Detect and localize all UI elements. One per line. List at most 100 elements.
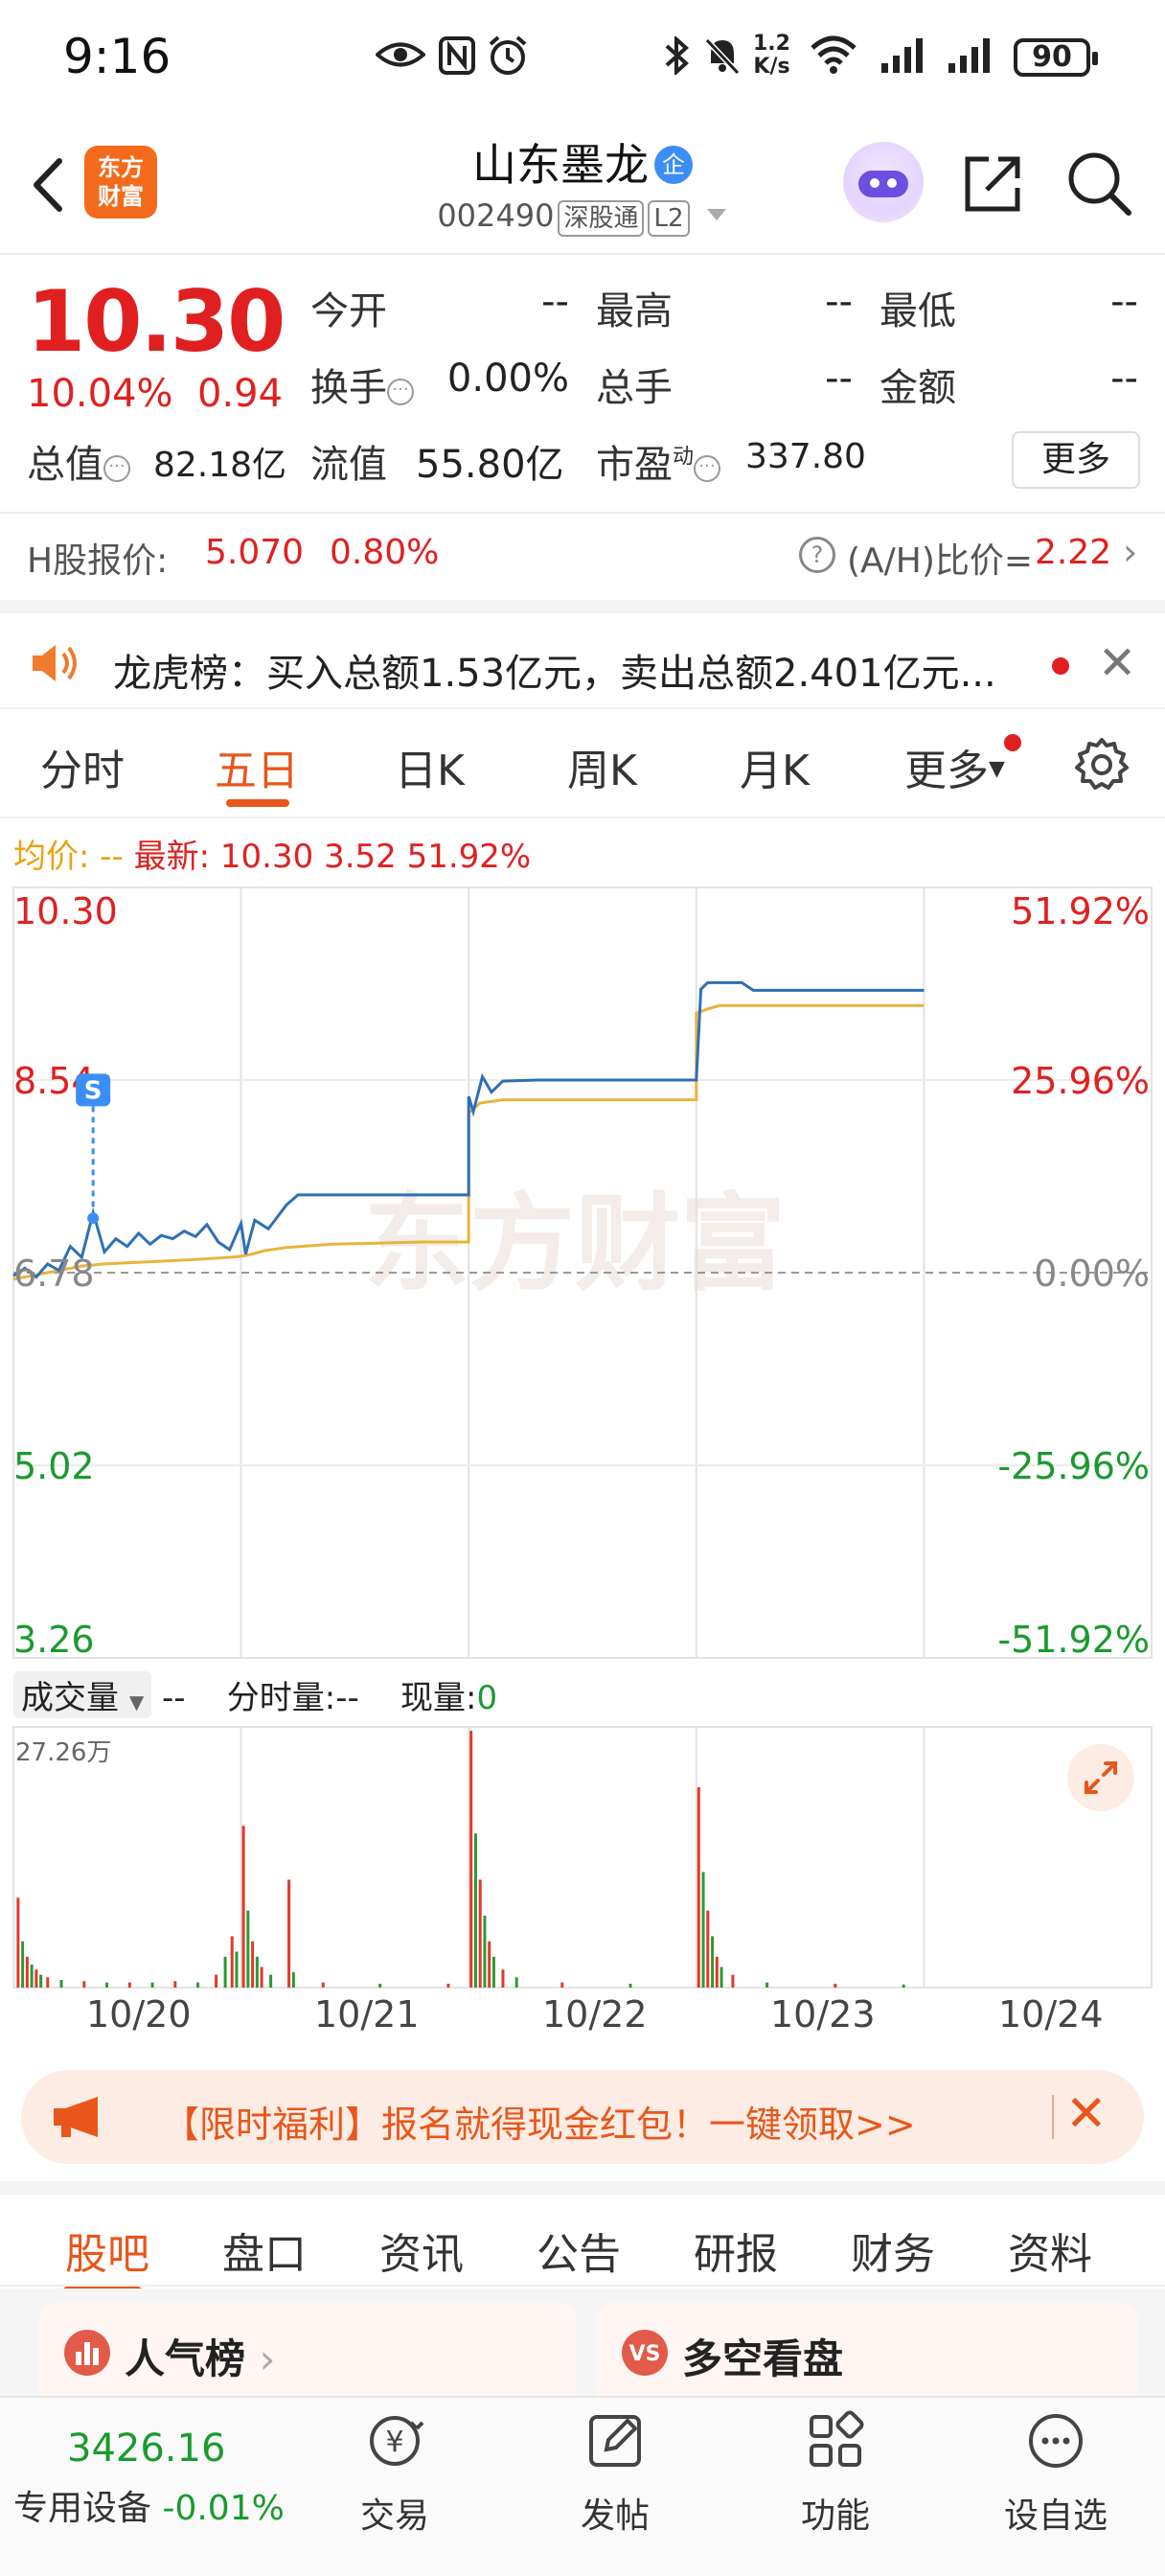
volume-bar (34, 1969, 38, 1988)
close-icon[interactable]: ✕ (1065, 2085, 1108, 2143)
nav-add-watchlist[interactable]: 设自选 (989, 2407, 1123, 2538)
nav-trade[interactable]: ¥ 交易 (328, 2407, 462, 2538)
volume-bar (501, 1969, 505, 1988)
high-value: -- (825, 280, 853, 324)
feature-cards: 人气榜 › VS 多空看盘 (0, 2288, 1165, 2407)
volume-bar (39, 1974, 43, 1988)
ah-ratio-value: 2.22 (1035, 533, 1112, 572)
volume-bar (230, 1936, 234, 1988)
h-share-price: 5.070 (205, 533, 305, 572)
mktcap-label: 总值 ··· (27, 433, 130, 489)
signal-marker[interactable]: S (76, 1073, 111, 1225)
latest-change: 3.52 (324, 838, 397, 876)
sector-index-value[interactable]: 3426.16 (67, 2426, 225, 2471)
tab-research[interactable]: 研报 (694, 2220, 778, 2281)
volume-bar (514, 1977, 518, 1988)
share-icon[interactable] (960, 150, 1027, 217)
mktcap-value: 82.18亿 (153, 446, 287, 485)
volume-max-label: 27.26万 (15, 1738, 112, 1767)
chart-grid (12, 886, 1153, 1989)
search-icon[interactable] (1065, 150, 1132, 217)
bluetooth-icon (665, 36, 689, 75)
volume-bar (711, 1936, 715, 1988)
battery-indicator: 90 (1014, 38, 1098, 77)
volume-bar (731, 1974, 735, 1988)
y-tick-label: 10.30 (13, 890, 118, 932)
popular-card[interactable]: 人气榜 › (38, 2302, 577, 2407)
tab-more[interactable]: 更多▼ (904, 736, 1005, 797)
five-day-chart[interactable]: 东方财富 10.30 51.92%8.54 25.96%6.78 0.00%5.02-… (0, 878, 1165, 1990)
chevron-right-icon: › (1123, 531, 1138, 573)
gear-icon[interactable] (1073, 736, 1131, 794)
volume-bar (241, 1826, 245, 1988)
volume-bar (16, 1898, 20, 1988)
date-label: 10/20 (86, 1993, 192, 2036)
volume-bar (706, 1910, 710, 1988)
volume-bar (291, 1971, 295, 1988)
signal-icon-2 (948, 38, 990, 73)
volume-bar (488, 1941, 491, 1988)
y-tick-label-pct: 51.92% (1011, 890, 1150, 932)
float-cap-value: 55.80亿 (416, 443, 564, 487)
help-icon[interactable]: ? (799, 537, 835, 573)
status-time: 9:16 (63, 29, 171, 84)
content-tabs: 股吧 盘口 资讯 公告 研报 财务 资料 (0, 2181, 1165, 2294)
popular-label: 人气榜 › (125, 2335, 276, 2382)
promo-banner[interactable]: 【限时福利】报名就得现金红包！一键领取>> ✕ (21, 2070, 1144, 2164)
change-percent: 10.04% (27, 372, 173, 416)
volume-bar (82, 1981, 86, 1988)
volume-bar (378, 1983, 382, 1988)
open-value: -- (541, 280, 569, 324)
volume-bar (196, 1982, 200, 1988)
tab-weekly-k[interactable]: 周K (567, 736, 637, 797)
tab-orderbook[interactable]: 盘口 (222, 2220, 307, 2281)
stock-name: 山东墨龙 (472, 139, 649, 191)
info-dots-icon[interactable]: ··· (694, 455, 721, 482)
nav-features[interactable]: 功能 (768, 2407, 902, 2538)
nfc-icon (439, 36, 475, 75)
alarm-icon (489, 35, 527, 75)
tab-financials[interactable]: 财务 (851, 2220, 935, 2281)
tab-announcements[interactable]: 公告 (537, 2220, 621, 2281)
expand-button[interactable] (1067, 1744, 1134, 1811)
volume-bar (25, 1956, 29, 1988)
tab-forum[interactable]: 股吧 (65, 2220, 149, 2281)
latest-price: 10.30 (219, 838, 314, 876)
volume-bar (446, 1983, 450, 1988)
close-icon[interactable]: ✕ (1098, 636, 1136, 690)
info-dots-icon[interactable]: ··· (103, 455, 130, 482)
volume-bar (483, 1915, 487, 1988)
tab-news[interactable]: 资讯 (379, 2220, 464, 2281)
more-quote-button[interactable]: 更多 (1012, 431, 1140, 489)
tab-daily-k[interactable]: 日K (395, 736, 465, 797)
date-label: 10/23 (770, 1993, 876, 2036)
tab-monthly-k[interactable]: 月K (740, 736, 810, 797)
h-share-label: H股报价: (27, 541, 169, 581)
volume-bar (478, 1879, 482, 1988)
h-share-percent: 0.80% (330, 533, 440, 572)
unread-dot (1052, 657, 1069, 675)
svg-text:¥: ¥ (385, 2426, 403, 2459)
notice-bar[interactable]: 龙虎榜：买入总额1.53亿元，卖出总额2.401亿元... ✕ (0, 600, 1165, 709)
tab-five-day[interactable]: 五日 (215, 736, 299, 797)
minute-volume-label: 分时量: (226, 1679, 336, 1717)
vs-icon: VS (622, 2330, 668, 2376)
volume-header: 成交量 ▼ -- 分时量:-- 现量:0 (13, 1671, 497, 1718)
wifi-icon (811, 35, 857, 74)
tab-profile[interactable]: 资料 (1008, 2220, 1092, 2281)
change-amount: 0.94 (196, 372, 284, 416)
current-volume-value: 0 (476, 1679, 498, 1717)
quote-panel: 10.30 10.04% 0.94 今开 -- 最高 -- 最低 -- 换手 ··… (0, 255, 1165, 600)
h-share-row[interactable]: H股报价: 5.070 0.80% ? (A/H)比价= 2.22 › (0, 514, 1165, 596)
assistant-avatar[interactable] (843, 142, 924, 222)
tab-intraday[interactable]: 分时 (40, 736, 125, 797)
nav-post[interactable]: 发帖 (548, 2407, 682, 2538)
price-change: 10.04% 0.94 (27, 372, 283, 416)
info-dots-icon[interactable]: ··· (387, 379, 414, 405)
sector-index[interactable]: 专用设备 -0.01% (13, 2480, 285, 2530)
date-label: 10/22 (542, 1993, 648, 2036)
volume-bar (150, 1982, 154, 1988)
pe-value: 337.80 (745, 437, 866, 476)
volume-selector[interactable]: 成交量 ▼ (13, 1671, 152, 1718)
long-short-card[interactable]: VS 多空看盘 (596, 2302, 1138, 2407)
